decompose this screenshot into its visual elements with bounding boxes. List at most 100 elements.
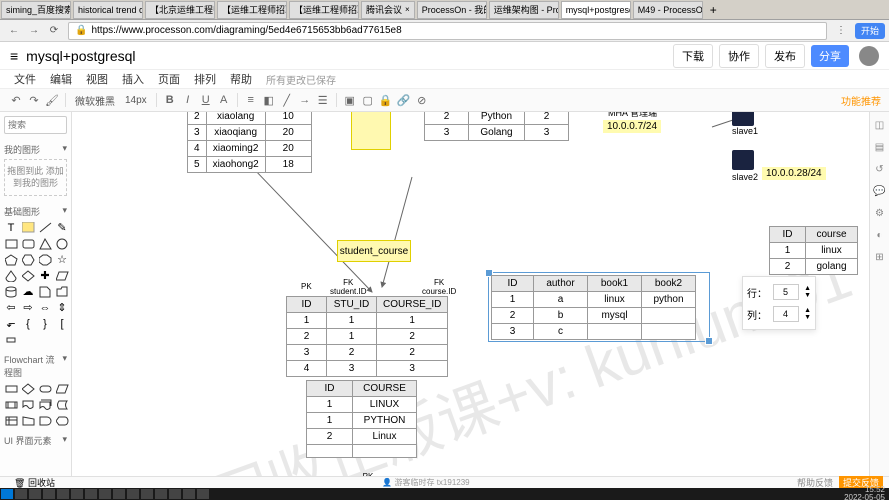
server-icon-1[interactable] (732, 112, 754, 126)
taskbar-app[interactable] (113, 489, 125, 499)
tab-8-active[interactable]: mysql+postgresql× (561, 1, 631, 19)
shape-roundrect[interactable] (21, 237, 35, 250)
tab-2[interactable]: 【北京运维工程师...× (145, 1, 215, 19)
arrow-button[interactable]: → (297, 92, 313, 108)
reload-button[interactable]: ⟳ (46, 23, 62, 39)
taskbar-app[interactable] (71, 489, 83, 499)
rows-stepper[interactable]: ▲▼ (804, 285, 811, 299)
tab-0[interactable]: siming_百度搜索× (1, 1, 71, 19)
fc-stored[interactable] (55, 398, 69, 411)
section-ui[interactable]: UI 界面元素▾ (4, 431, 67, 450)
textcolor-button[interactable]: A (216, 92, 232, 108)
shape-octagon[interactable] (38, 253, 52, 266)
shape-cross[interactable]: ✚ (38, 269, 52, 282)
shape-circle[interactable] (55, 237, 69, 250)
table-students[interactable]: 2xiaolang10 3xiaoqiang20 4xiaoming220 5x… (187, 112, 312, 173)
history-icon[interactable]: ↺ (873, 162, 887, 176)
shape-arrowright[interactable]: ⇨ (21, 301, 35, 314)
comments-icon[interactable]: 💬 (873, 184, 887, 198)
download-button[interactable]: 下载 (673, 44, 713, 68)
taskbar-app[interactable] (57, 489, 69, 499)
tab-7[interactable]: 运维架构图 - Proc× (489, 1, 559, 19)
shape-parallelogram[interactable] (55, 269, 69, 282)
lock-button[interactable]: 🔒 (378, 92, 394, 108)
menu-help[interactable]: 帮助 (230, 71, 252, 87)
taskbar-app[interactable] (43, 489, 55, 499)
shape-arrowlr[interactable]: ⇔ (38, 301, 52, 314)
avatar[interactable] (859, 46, 879, 66)
fc-multidoc[interactable] (38, 398, 52, 411)
share-button[interactable]: 分享 (811, 45, 849, 67)
url-input[interactable]: 🔒https://www.processon.com/diagraming/5e… (68, 22, 827, 40)
new-tab-button[interactable]: + (704, 3, 723, 17)
taskbar-app[interactable] (155, 489, 167, 499)
menu-edit[interactable]: 编辑 (50, 71, 72, 87)
shape-triangle[interactable] (38, 237, 52, 250)
shape-diamond[interactable] (21, 269, 35, 282)
fc-decision[interactable] (21, 382, 35, 395)
section-flowchart[interactable]: Flowchart 流程图▾ (4, 350, 67, 382)
layers-icon[interactable]: ▤ (873, 140, 887, 154)
font-select[interactable]: 微软雅黑 (71, 91, 119, 110)
fc-internal[interactable] (4, 414, 18, 427)
tab-3[interactable]: 【运维工程师招聘× (217, 1, 287, 19)
start-button-win[interactable] (1, 489, 13, 499)
shape-cylinder[interactable] (4, 285, 18, 298)
table-course-right[interactable]: IDcourse 1linux 2golang (769, 226, 858, 275)
ip-label-1[interactable]: 10.0.0.7/24 (603, 120, 661, 133)
taskbar-app[interactable] (85, 489, 97, 499)
fc-data[interactable] (55, 382, 69, 395)
shape-cloud[interactable]: ☁ (21, 285, 35, 298)
taskbar-app[interactable] (29, 489, 41, 499)
section-myshapes[interactable]: 我的图形▾ (4, 140, 67, 159)
collab-button[interactable]: 协作 (719, 44, 759, 68)
note-student-course[interactable]: student_course (337, 240, 411, 262)
back-button[interactable]: ← (6, 23, 22, 39)
underline-button[interactable]: U (198, 92, 214, 108)
taskbar-app[interactable] (183, 489, 195, 499)
shape-arrowud[interactable]: ⇕ (55, 301, 69, 314)
taskbar-app[interactable] (197, 489, 209, 499)
shape-star[interactable]: ☆ (55, 253, 69, 266)
italic-button[interactable]: I (180, 92, 196, 108)
shape-line[interactable] (38, 221, 52, 234)
shape-rect[interactable] (4, 237, 18, 250)
menu-arrange[interactable]: 排列 (194, 71, 216, 87)
shape-small-rect[interactable] (4, 333, 18, 346)
redo-button[interactable]: ↷ (26, 92, 42, 108)
start-button[interactable]: 开始 (855, 23, 885, 39)
canvas[interactable]: 回收正版课+v: kunlun991 2xiaolang10 3xiaoqian… (72, 112, 869, 488)
publish-button[interactable]: 发布 (765, 44, 805, 68)
cols-stepper[interactable]: ▲▼ (804, 307, 811, 321)
table-student-course[interactable]: IDSTU_IDCOURSE_ID 111 212 322 433 (286, 296, 448, 377)
align-button[interactable]: ≡ (243, 92, 259, 108)
fill-button[interactable]: ◧ (261, 92, 277, 108)
document-title[interactable]: mysql+postgresql (26, 48, 135, 64)
server-icon-2[interactable] (732, 150, 754, 170)
section-basic[interactable]: 基础图形▾ (4, 202, 67, 221)
shape-bracket[interactable]: [ (55, 317, 69, 330)
forward-button[interactable]: → (26, 23, 42, 39)
shape-hexagon[interactable] (21, 253, 35, 266)
menu-view[interactable]: 视图 (86, 71, 108, 87)
shape-brace-l[interactable]: { (21, 317, 35, 330)
yellow-cell[interactable] (351, 112, 391, 150)
shape-text[interactable]: T (4, 221, 18, 234)
table-course[interactable]: IDCOURSE 1LINUX 1PYTHON 2Linux (306, 380, 417, 458)
taskbar-app[interactable] (127, 489, 139, 499)
line-button[interactable]: ╱ (279, 92, 295, 108)
menu-file[interactable]: 文件 (14, 71, 36, 87)
nav-icon[interactable]: ◫ (873, 118, 887, 132)
extension-icon[interactable]: ⋮ (833, 23, 849, 39)
menu-page[interactable]: 页面 (158, 71, 180, 87)
ip-label-2[interactable]: 10.0.0.28/24 (762, 167, 826, 180)
fontsize-select[interactable]: 14px (121, 93, 151, 108)
attrs-icon[interactable]: ⚙ (873, 206, 887, 220)
cols-input[interactable] (773, 306, 799, 322)
rows-input[interactable] (773, 284, 799, 300)
tab-6[interactable]: ProcessOn - 我的× (417, 1, 487, 19)
list-button[interactable]: ☰ (315, 92, 331, 108)
tab-9[interactable]: M49 - ProcessOn× (633, 1, 703, 19)
menu-icon[interactable]: ≡ (10, 48, 18, 64)
shape-doc[interactable] (38, 285, 52, 298)
